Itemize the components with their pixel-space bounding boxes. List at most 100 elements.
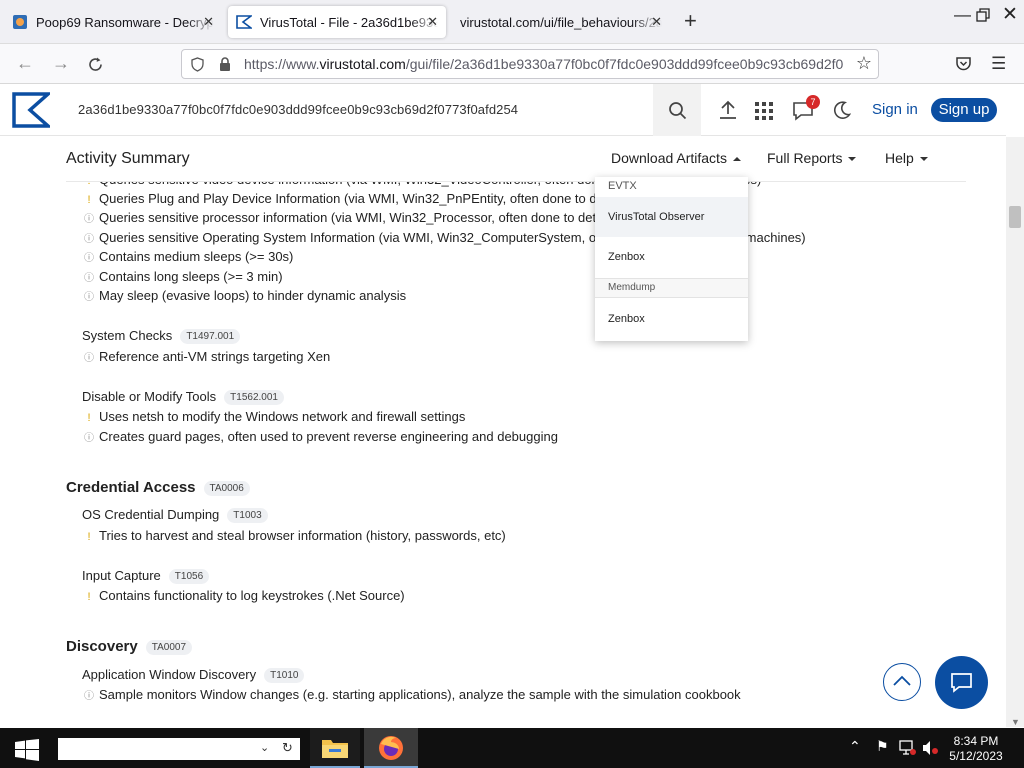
- technique-id-badge[interactable]: T1010: [264, 668, 305, 684]
- bookmark-star-icon[interactable]: ☆: [856, 53, 872, 74]
- page-title: Activity Summary: [66, 150, 190, 167]
- help-menu[interactable]: Help: [885, 150, 928, 166]
- tactic-name: Discovery: [66, 638, 138, 655]
- screen: Poop69 Ransomware - Decrypti ✕ VirusTota…: [0, 0, 1024, 768]
- technique-input-capture[interactable]: Input Capture T1056: [82, 568, 210, 585]
- close-window-icon[interactable]: ✕: [1002, 3, 1018, 26]
- browser-tab-bar: Poop69 Ransomware - Decrypti ✕ VirusTota…: [0, 0, 1024, 44]
- close-icon[interactable]: ✕: [203, 14, 214, 30]
- finding-row: ! Uses netsh to modify the Windows networ…: [83, 409, 465, 424]
- taskbar-clock[interactable]: 8:34 PM 5/12/2023: [946, 734, 1006, 764]
- technique-disable-modify-tools[interactable]: Disable or Modify Tools T1562.001: [82, 389, 284, 406]
- tab-title: virustotal.com/ui/file_behaviours/2a: [460, 14, 662, 30]
- sign-in-link[interactable]: Sign in: [872, 101, 918, 118]
- activity-summary-header: Activity Summary Download Artifacts Full…: [0, 137, 1006, 182]
- technique-os-credential-dumping[interactable]: OS Credential Dumping T1003: [82, 507, 268, 524]
- lock-icon[interactable]: [218, 56, 232, 72]
- volume-icon[interactable]: [922, 740, 940, 756]
- network-icon[interactable]: [899, 740, 917, 756]
- menu-label: Download Artifacts: [611, 150, 727, 166]
- search-query-hash[interactable]: 2a36d1be9330a77f0bc0f7fdc0e903ddd99fcee0…: [78, 102, 518, 117]
- chevron-down-icon[interactable]: ⌄: [260, 741, 269, 754]
- dark-mode-icon[interactable]: [833, 101, 851, 119]
- virustotal-icon: [236, 15, 252, 29]
- warning-icon: !: [87, 531, 91, 543]
- technique-id-badge[interactable]: T1562.001: [224, 390, 284, 406]
- flag-icon[interactable]: ⚑: [876, 738, 889, 755]
- chevron-up-icon: [893, 675, 911, 686]
- download-artifacts-dropdown: EVTX VirusTotal Observer Zenbox Memdump …: [595, 177, 748, 341]
- windows-start-icon[interactable]: [15, 739, 39, 761]
- forward-icon[interactable]: →: [52, 53, 70, 74]
- info-icon: ⓘ: [84, 292, 94, 303]
- menu-label: Help: [885, 150, 914, 166]
- url-path: /gui/file/2a36d1be9330a77f0bc0f7fdc0e903…: [405, 56, 844, 72]
- dropdown-item-evtx-virustotal-observer[interactable]: VirusTotal Observer: [595, 197, 748, 237]
- main-content: Activity Summary Download Artifacts Full…: [0, 137, 1006, 727]
- folder-icon: [322, 740, 348, 758]
- tab-virustotal[interactable]: VirusTotal - File - 2a36d1be9330 ✕: [228, 6, 446, 38]
- dropdown-category: Memdump: [595, 279, 748, 297]
- back-icon[interactable]: ←: [16, 53, 34, 74]
- finding-text: Contains functionality to log keystrokes…: [99, 588, 405, 603]
- firefox-icon: [379, 736, 403, 760]
- dropdown-category: EVTX: [608, 180, 637, 192]
- finding-row: ⓘ Sample monitors Window changes (e.g. st…: [83, 687, 741, 702]
- tactic-id-badge[interactable]: TA0007: [145, 639, 193, 655]
- menu-label: Full Reports: [767, 150, 843, 166]
- chevron-down-icon: [919, 157, 928, 162]
- reload-icon[interactable]: [87, 56, 104, 73]
- close-icon[interactable]: ✕: [651, 14, 662, 30]
- page-scrollbar[interactable]: ▼: [1006, 137, 1024, 727]
- shield-icon[interactable]: [190, 57, 205, 72]
- close-icon[interactable]: ✕: [427, 14, 438, 30]
- tactic-discovery[interactable]: Discovery TA0007: [66, 638, 193, 655]
- scrollbar-thumb[interactable]: [1009, 206, 1021, 228]
- url-domain: virustotal.com: [319, 56, 406, 72]
- minimize-icon[interactable]: —: [954, 5, 971, 25]
- refresh-icon[interactable]: ↻: [282, 740, 293, 756]
- scroll-to-top-button[interactable]: [883, 663, 921, 701]
- taskbar-firefox[interactable]: [364, 728, 418, 768]
- technique-id-badge[interactable]: T1003: [227, 508, 268, 524]
- upload-icon[interactable]: [719, 100, 737, 120]
- tactic-id-badge[interactable]: TA0006: [203, 480, 250, 496]
- url-bar[interactable]: https://www.virustotal.com/gui/file/2a36…: [181, 49, 879, 79]
- menu-icon[interactable]: ☰: [991, 54, 1006, 74]
- search-icon: [669, 102, 687, 120]
- pocket-icon[interactable]: [955, 56, 972, 72]
- url-text[interactable]: https://www.virustotal.com/gui/file/2a36…: [244, 56, 849, 72]
- chat-button[interactable]: [935, 656, 988, 709]
- tab-file-behaviours[interactable]: virustotal.com/ui/file_behaviours/2a ✕: [452, 6, 670, 38]
- tactic-credential-access[interactable]: Credential Access TA0006: [66, 479, 250, 496]
- dropdown-item-memdump-zenbox[interactable]: Zenbox: [595, 299, 748, 339]
- info-icon: ⓘ: [84, 253, 94, 264]
- url-prefix: https://www.: [244, 56, 320, 72]
- technique-id-badge[interactable]: T1497.001: [180, 329, 241, 345]
- finding-text: Sample monitors Window changes (e.g. sta…: [99, 687, 741, 702]
- finding-text: Contains medium sleeps (>= 30s): [99, 249, 294, 264]
- show-hidden-icons-icon[interactable]: ⌃: [849, 738, 861, 755]
- scroll-down-arrow-icon[interactable]: ▼: [1011, 717, 1020, 727]
- tab-title: VirusTotal - File - 2a36d1be9330: [260, 14, 438, 30]
- taskbar-search-input[interactable]: ⌄ ↻: [58, 738, 300, 760]
- info-icon: ⓘ: [84, 234, 94, 245]
- dropdown-item-evtx-zenbox[interactable]: Zenbox: [595, 237, 748, 277]
- download-artifacts-menu[interactable]: Download Artifacts: [611, 150, 741, 166]
- virustotal-logo-icon[interactable]: [12, 92, 50, 128]
- apps-grid-icon[interactable]: [755, 102, 773, 120]
- technique-system-checks[interactable]: System Checks T1497.001: [82, 328, 241, 345]
- taskbar-file-explorer[interactable]: [310, 728, 360, 768]
- technique-application-window-discovery[interactable]: Application Window Discovery T1010: [82, 667, 305, 684]
- search-button[interactable]: [653, 84, 701, 136]
- full-reports-menu[interactable]: Full Reports: [767, 150, 857, 166]
- technique-id-badge[interactable]: T1056: [168, 569, 210, 585]
- sign-up-button[interactable]: Sign up: [931, 98, 997, 122]
- tab-poop69[interactable]: Poop69 Ransomware - Decrypti ✕: [4, 6, 222, 38]
- info-icon: ⓘ: [84, 433, 94, 444]
- new-tab-button[interactable]: +: [684, 10, 697, 32]
- finding-text: May sleep (evasive loops) to hinder dyna…: [99, 288, 407, 303]
- finding-text: Creates guard pages, often used to preve…: [99, 429, 558, 444]
- warning-icon: !: [87, 194, 91, 206]
- restore-icon[interactable]: [976, 8, 990, 22]
